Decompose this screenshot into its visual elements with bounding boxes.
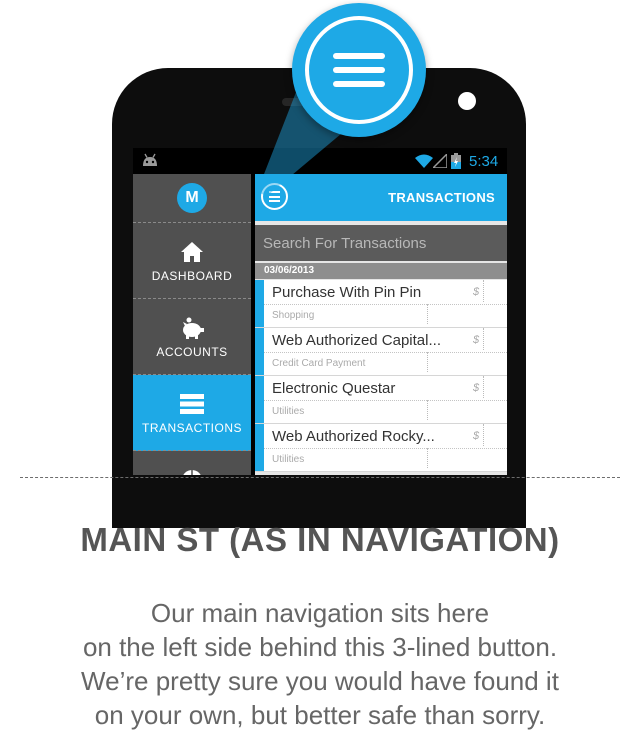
caption-line: Our main navigation sits here <box>150 598 490 628</box>
caption-body: Our main navigation sits here on the lef… <box>0 596 640 732</box>
zoomed-menu-button <box>292 3 426 137</box>
caption-heading: MAIN ST (AS IN NAVIGATION) <box>80 521 560 558</box>
caption-line: on your own, but better safe than sorry. <box>94 700 546 730</box>
menu-icon-line <box>333 67 385 73</box>
menu-icon-line <box>333 81 385 87</box>
caption-line: We’re pretty sure you would have found i… <box>81 666 559 696</box>
section-divider <box>20 477 620 478</box>
menu-icon-line <box>333 53 385 59</box>
caption-line: on the left side behind this 3-lined but… <box>82 632 558 662</box>
